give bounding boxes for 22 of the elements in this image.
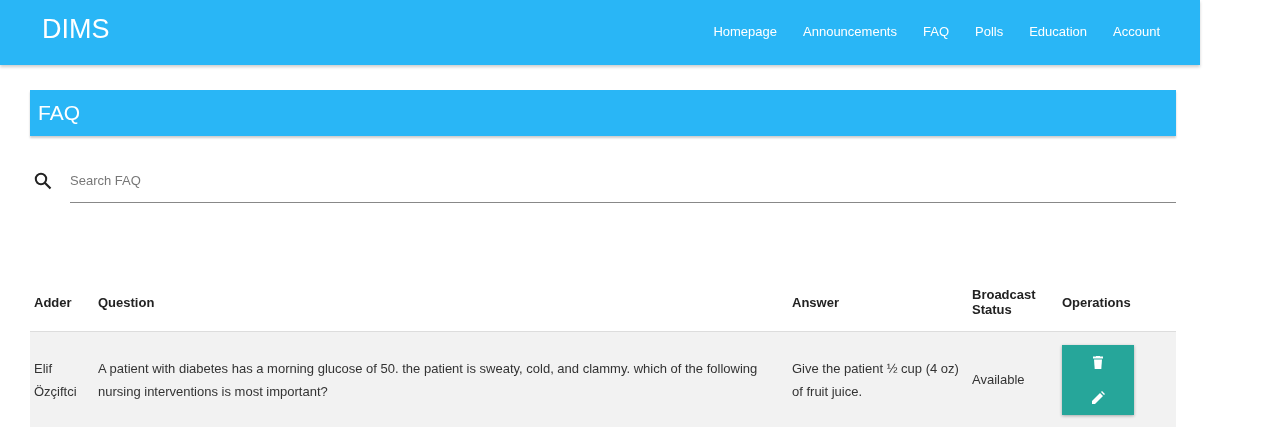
nav-link[interactable]: Polls (975, 24, 1004, 39)
delete-button[interactable] (1062, 344, 1134, 380)
table-cell: Available (972, 372, 1025, 387)
column-header: Broadcast Status (972, 287, 1036, 317)
nav-link[interactable]: Announcements (803, 24, 897, 39)
table-cell: A patient with diabetes has a morning glucose of 50. the patient is sweaty, cold, and clammy. which of the following nursing interventions is most important? (98, 360, 758, 399)
table-cell: Elif Özçiftci (34, 360, 77, 399)
table-cell: Give the patient ½ cup (4 oz) of fruit juice. (792, 360, 959, 399)
logo: DIMS (42, 14, 110, 45)
page-title: FAQ (30, 90, 1176, 136)
column-header: Answer (792, 294, 839, 310)
column-header: Adder (34, 294, 72, 310)
trash-icon (1093, 355, 1103, 369)
nav-link[interactable]: FAQ (923, 24, 949, 39)
pencil-icon (1091, 390, 1105, 404)
edit-button[interactable] (1062, 379, 1134, 415)
nav-link[interactable]: Education (1029, 24, 1087, 39)
search-icon (34, 171, 52, 190)
column-header: Question (98, 294, 155, 310)
column-header: Operations (1062, 294, 1131, 310)
nav-link[interactable]: Account (1113, 24, 1160, 39)
nav-link[interactable]: Homepage (713, 24, 778, 39)
